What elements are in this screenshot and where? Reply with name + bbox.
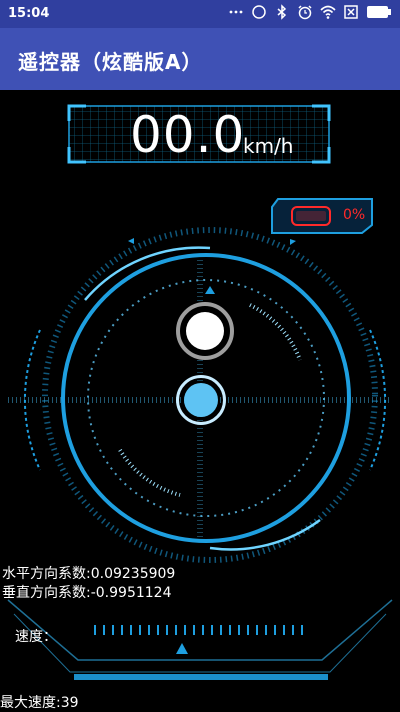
joystick-center	[184, 383, 218, 417]
more-dots-icon	[229, 10, 243, 14]
page-title: 遥控器（炫酷版A）	[18, 50, 203, 74]
status-time: 15:04	[8, 6, 50, 21]
speed-unit: km/h	[243, 134, 294, 158]
joystick-knob[interactable]	[186, 312, 224, 350]
speed-slider-thumb[interactable]	[176, 643, 188, 654]
battery-percent: 0%	[343, 207, 366, 223]
battery-icon	[367, 6, 391, 18]
alarm-icon	[298, 5, 312, 20]
app-bar: 遥控器（炫酷版A）	[0, 28, 400, 90]
speed-slider[interactable]	[0, 596, 400, 690]
status-bar: 15:04	[0, 0, 400, 28]
clock-icon	[252, 5, 266, 19]
sim-x-icon	[344, 5, 358, 19]
status-icons	[228, 4, 392, 20]
horizontal-coefficient: 水平方向系数:0.09235909	[2, 566, 176, 582]
max-speed-label: 最大速度:39	[0, 695, 79, 711]
bluetooth-icon	[277, 4, 287, 20]
wifi-icon	[320, 5, 336, 19]
speed-value: 00.0	[130, 106, 246, 164]
speed-label: 速度：	[15, 629, 57, 645]
